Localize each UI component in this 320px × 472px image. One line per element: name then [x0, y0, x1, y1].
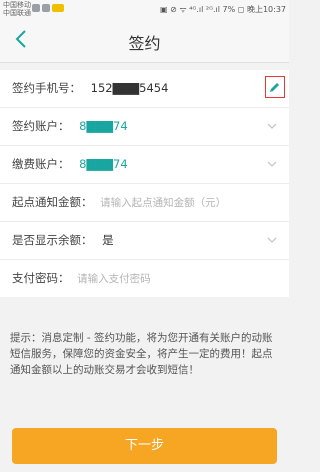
message-icon	[42, 4, 50, 12]
status-right: ▣ ⊘ ᯤ ⁴ᴳ.ıl ²ᴳ.ıl 7% ◻ 晚上10:37	[160, 5, 286, 14]
nav-bar: 签约	[0, 18, 289, 63]
carrier-block: 中国移动 中国联通	[3, 1, 31, 17]
app-badge-icon	[52, 4, 64, 12]
payment-label: 缴费账户：	[12, 157, 70, 171]
account-row[interactable]: 签约账户： 8▇▇▇74	[0, 108, 289, 146]
page-title: 签约	[128, 34, 161, 53]
amount-label: 起点通知金额：	[12, 195, 93, 209]
notification-icon	[32, 4, 40, 12]
phone-row: 签约手机号： 152▇▇▇5454	[0, 70, 289, 108]
password-input[interactable]: 请输入支付密码	[77, 273, 151, 285]
payment-account-row[interactable]: 缴费账户： 8▇▇▇74	[0, 146, 289, 184]
password-row[interactable]: 支付密码： 请输入支付密码	[0, 260, 289, 297]
balance-row[interactable]: 是否显示余额： 是	[0, 222, 289, 260]
password-label: 支付密码：	[12, 271, 70, 285]
next-button[interactable]: 下一步	[12, 428, 277, 464]
carrier-top: 中国移动	[3, 1, 31, 9]
chevron-down-icon	[267, 123, 277, 129]
chevron-down-icon	[267, 237, 277, 243]
account-label: 签约账户：	[12, 119, 70, 133]
notification-icons	[32, 4, 64, 12]
amount-input[interactable]: 请输入起点通知金额（元）	[100, 197, 226, 209]
phone-label: 签约手机号：	[12, 81, 81, 95]
balance-value: 是	[102, 233, 114, 247]
chevron-down-icon	[267, 161, 277, 167]
sign-form: 签约手机号： 152▇▇▇5454 签约账户： 8▇▇▇74 缴费账户： 8▇▇…	[0, 70, 289, 297]
carrier-bottom: 中国联通	[3, 9, 31, 17]
status-bar: 中国移动 中国联通 ▣ ⊘ ᯤ ⁴ᴳ.ıl ²ᴳ.ıl 7% ◻ 晚上10:37	[0, 0, 289, 18]
account-value: 8▇▇▇74	[79, 119, 128, 133]
pencil-icon	[270, 83, 279, 92]
hint-text: 提示：消息定制 - 签约功能，将为您开通有关账户的动账短信服务，保障您的资金安全…	[10, 332, 273, 376]
edit-phone-button[interactable]	[265, 76, 285, 98]
balance-label: 是否显示余额：	[12, 233, 93, 247]
payment-value: 8▇▇▇74	[79, 157, 128, 171]
amount-row[interactable]: 起点通知金额： 请输入起点通知金额（元）	[0, 184, 289, 222]
phone-value: 152▇▇▇5454	[90, 81, 169, 95]
